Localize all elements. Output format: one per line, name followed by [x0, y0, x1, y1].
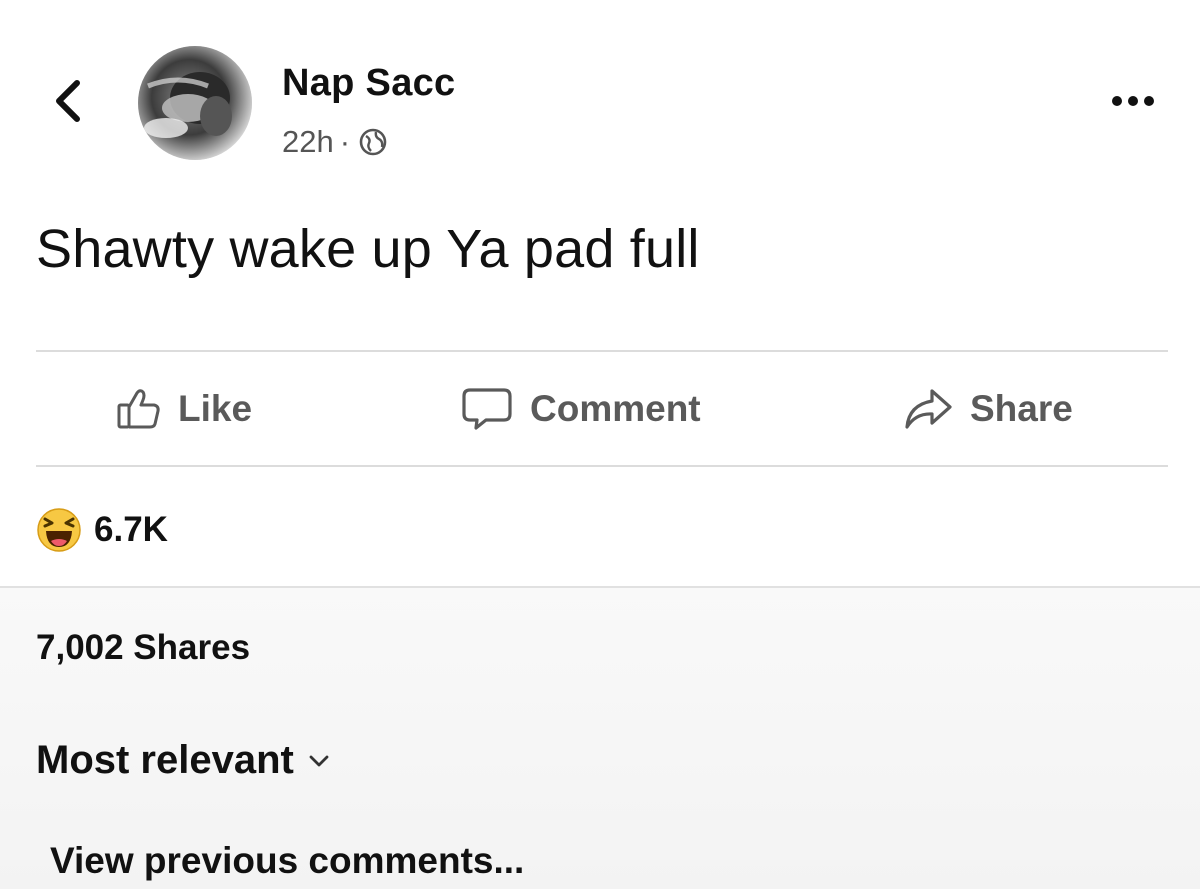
chevron-left-icon — [56, 80, 80, 122]
author-name[interactable]: Nap Sacc — [282, 62, 456, 105]
back-button[interactable] — [44, 72, 92, 130]
globe-icon — [358, 127, 388, 157]
more-options-button[interactable] — [1100, 88, 1166, 114]
view-previous-comments-link[interactable]: View previous comments... — [50, 840, 524, 882]
haha-react-icon — [37, 508, 81, 552]
share-arrow-icon — [905, 388, 952, 429]
comment-button[interactable]: Comment — [460, 352, 701, 465]
reaction-count: 6.7K — [94, 510, 168, 549]
sort-label: Most relevant — [36, 738, 294, 782]
post-time[interactable]: 22h — [282, 124, 334, 160]
like-label: Like — [178, 387, 253, 429]
comment-sort-dropdown[interactable]: Most relevant — [36, 738, 330, 783]
chevron-down-icon — [309, 755, 329, 766]
divider — [36, 465, 1168, 467]
like-button[interactable]: Like — [116, 352, 252, 465]
post-actions-bar: Like Comment Share — [36, 352, 1168, 465]
more-dots-icon — [1128, 96, 1138, 106]
post-meta: 22h · — [282, 124, 388, 160]
reactions-summary[interactable]: 6.7K — [36, 502, 168, 558]
comments-section: 7,002 Shares Most relevant View previous… — [0, 586, 1200, 889]
more-dots-icon — [1112, 96, 1122, 106]
meta-separator: · — [339, 124, 351, 159]
post-body-text: Shawty wake up Ya pad full — [36, 219, 700, 279]
more-dots-icon — [1144, 96, 1154, 106]
share-label: Share — [970, 387, 1073, 429]
thumbs-up-icon — [117, 388, 160, 428]
avatar-image — [138, 46, 252, 160]
post-header: Nap Sacc 22h · — [0, 0, 1200, 200]
avatar[interactable] — [138, 46, 252, 160]
shares-count[interactable]: 7,002 Shares — [36, 628, 250, 668]
speech-bubble-icon — [462, 387, 512, 430]
share-button[interactable]: Share — [902, 352, 1073, 465]
comment-label: Comment — [530, 387, 701, 429]
